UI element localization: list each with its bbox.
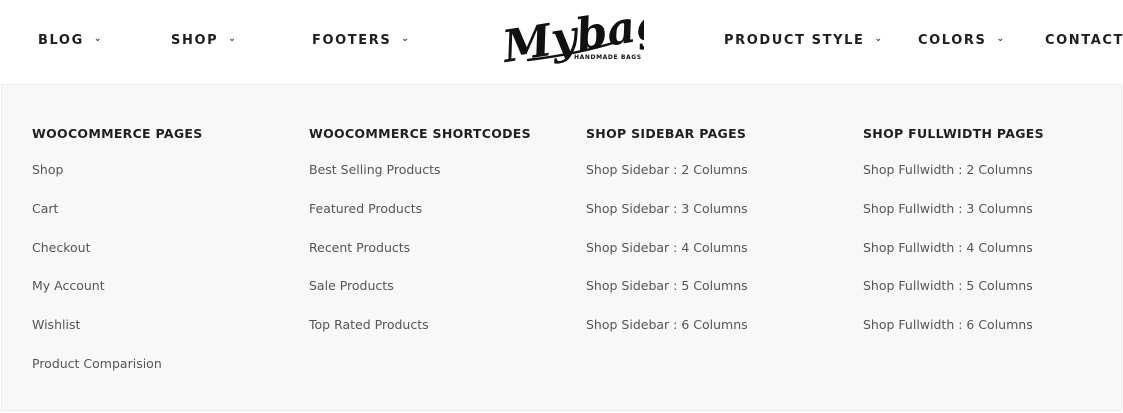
menu-link-recent[interactable]: Recent Products [309,239,569,278]
menu-link-sale[interactable]: Sale Products [309,277,569,316]
nav-label: PRODUCT STYLE [724,32,865,48]
menu-link-fullwidth-4-columns[interactable]: Shop Fullwidth : 4 Columns [863,239,1123,278]
menu-link-my-account[interactable]: My Account [32,277,292,316]
shop-mega-menu: WOOCOMMERCE PAGES Shop Cart Checkout My … [1,84,1122,411]
menu-link-fullwidth-6-columns[interactable]: Shop Fullwidth : 6 Columns [863,316,1123,355]
menu-column-shop-fullwidth-pages: SHOP FULLWIDTH PAGES Shop Fullwidth : 2 … [863,125,1123,355]
nav-item-blog[interactable]: BLOG ⌄ [38,31,101,49]
menu-column-shop-sidebar-pages: SHOP SIDEBAR PAGES Shop Sidebar : 2 Colu… [586,125,846,355]
nav-label: SHOP [171,32,219,48]
menu-link-checkout[interactable]: Checkout [32,239,292,278]
menu-link-sidebar-3-columns[interactable]: Shop Sidebar : 3 Columns [586,200,846,239]
menu-link-product-comparison[interactable]: Product Comparision [32,355,292,394]
menu-link-fullwidth-5-columns[interactable]: Shop Fullwidth : 5 Columns [863,277,1123,316]
nav-label: BLOG [38,32,84,48]
header-bar: BLOG ⌄ SHOP ⌄ FOOTERS ⌄ Mybag HANDMADE B… [0,0,1123,84]
column-heading: SHOP FULLWIDTH PAGES [863,126,1044,141]
menu-link-cart[interactable]: Cart [32,200,292,239]
menu-link-fullwidth-3-columns[interactable]: Shop Fullwidth : 3 Columns [863,200,1123,239]
chevron-down-icon: ⌄ [93,34,102,44]
nav-item-contact[interactable]: CONTACT [1045,31,1123,49]
chevron-down-icon: ⌄ [874,34,883,44]
menu-link-shop[interactable]: Shop [32,161,292,200]
column-heading: SHOP SIDEBAR PAGES [586,126,747,141]
nav-item-footers[interactable]: FOOTERS ⌄ [312,31,409,49]
nav-item-shop[interactable]: SHOP ⌄ [171,31,236,49]
menu-link-featured[interactable]: Featured Products [309,200,569,239]
menu-column-woocommerce-pages: WOOCOMMERCE PAGES Shop Cart Checkout My … [32,125,292,394]
nav-label: COLORS [918,32,987,48]
column-heading: WOOCOMMERCE PAGES [32,126,203,141]
logo-tagline: HANDMADE BAGS [574,54,642,61]
menu-link-wishlist[interactable]: Wishlist [32,316,292,355]
chevron-down-icon: ⌄ [401,34,409,44]
nav-label: FOOTERS [312,32,392,48]
menu-link-sidebar-2-columns[interactable]: Shop Sidebar : 2 Columns [586,161,846,200]
chevron-down-icon: ⌄ [228,34,236,44]
brand-logo[interactable]: Mybag HANDMADE BAGS [498,0,644,70]
menu-link-top-rated[interactable]: Top Rated Products [309,316,569,355]
menu-link-fullwidth-2-columns[interactable]: Shop Fullwidth : 2 Columns [863,161,1123,200]
menu-link-sidebar-4-columns[interactable]: Shop Sidebar : 4 Columns [586,239,846,278]
column-heading: WOOCOMMERCE SHORTCODES [309,126,531,141]
chevron-down-icon: ⌄ [996,34,1004,44]
nav-label: CONTACT [1045,32,1123,48]
menu-link-sidebar-6-columns[interactable]: Shop Sidebar : 6 Columns [586,316,846,355]
menu-column-woocommerce-shortcodes: WOOCOMMERCE SHORTCODES Best Selling Prod… [309,125,569,355]
menu-link-sidebar-5-columns[interactable]: Shop Sidebar : 5 Columns [586,277,846,316]
nav-item-product-style[interactable]: PRODUCT STYLE ⌄ [724,31,882,49]
menu-link-best-selling[interactable]: Best Selling Products [309,161,569,200]
nav-item-colors[interactable]: COLORS ⌄ [918,31,1004,49]
